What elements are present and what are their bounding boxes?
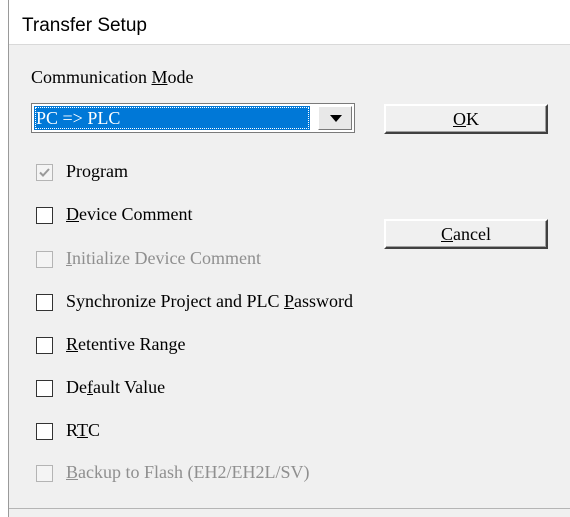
- rtc-label: RTC: [66, 420, 100, 440]
- cancel-button[interactable]: Cancel: [384, 219, 548, 249]
- synchronize-password-label: Synchronize Project and PLC Password: [66, 291, 353, 311]
- dropdown-arrow-button[interactable]: [318, 106, 352, 130]
- synchronize-password-checkbox[interactable]: [36, 294, 53, 311]
- communication-mode-label: Communication Mode: [31, 67, 194, 87]
- program-label: Program: [66, 161, 128, 181]
- backup-to-flash-checkbox[interactable]: [36, 465, 53, 482]
- communication-mode-selected-value[interactable]: PC => PLC: [34, 106, 310, 130]
- dialog-bottom-border: [9, 508, 570, 509]
- dialog-client-area: Communication Mode PC => PLC OK Cancel P…: [9, 44, 570, 508]
- title-bar: Transfer Setup: [9, 0, 570, 44]
- default-value-checkbox[interactable]: [36, 380, 53, 397]
- transfer-setup-dialog: Transfer Setup Communication Mode PC => …: [8, 0, 570, 517]
- dialog-title: Transfer Setup: [22, 15, 147, 36]
- default-value-label: Default Value: [66, 377, 166, 397]
- ok-button[interactable]: OK: [384, 104, 548, 134]
- backup-to-flash-label: Backup to Flash (EH2/EH2L/SV): [66, 462, 310, 482]
- check-icon: [39, 168, 50, 177]
- initialize-device-comment-checkbox[interactable]: [36, 251, 53, 268]
- device-comment-label: Device Comment: [66, 204, 193, 224]
- rtc-checkbox[interactable]: [36, 423, 53, 440]
- communication-mode-dropdown[interactable]: PC => PLC: [31, 103, 355, 133]
- chevron-down-icon: [330, 115, 342, 122]
- initialize-device-comment-label: Initialize Device Comment: [66, 248, 261, 268]
- program-checkbox[interactable]: [36, 164, 53, 181]
- retentive-range-label: Retentive Range: [66, 334, 186, 354]
- retentive-range-checkbox[interactable]: [36, 337, 53, 354]
- device-comment-checkbox[interactable]: [36, 207, 53, 224]
